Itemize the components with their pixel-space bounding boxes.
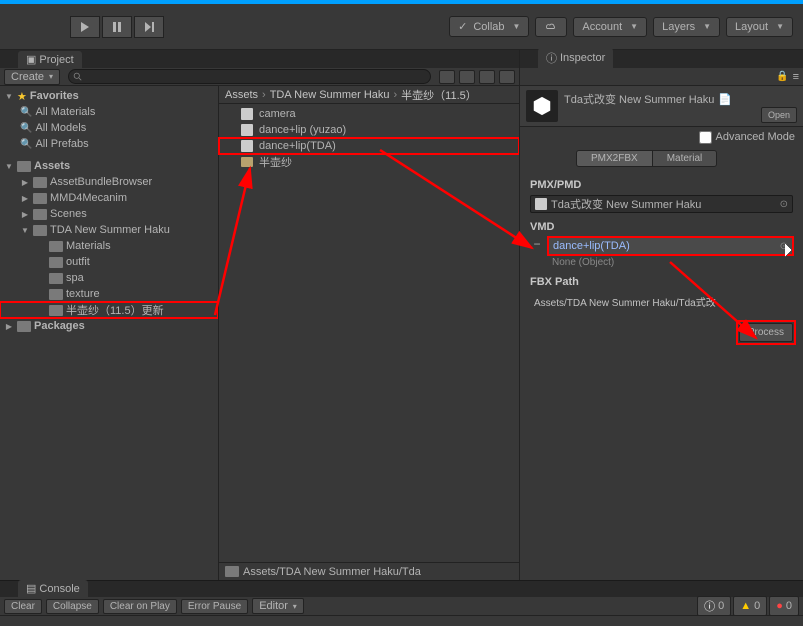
play-button[interactable] xyxy=(70,16,100,38)
object-picker-icon[interactable]: ⊙ xyxy=(780,199,788,210)
folder-icon xyxy=(49,305,63,316)
asset-title: Tda式改变 New Summer Haku xyxy=(564,94,714,106)
console-tab[interactable]: ▤Console xyxy=(18,580,88,597)
filter-icon[interactable] xyxy=(439,70,455,84)
folder-icon xyxy=(17,321,31,332)
error-pause-button[interactable]: Error Pause xyxy=(181,599,248,614)
file-list: cameradance+lip (yuzao)dance+lip(TDA)半壶纱 xyxy=(219,104,519,562)
star-icon[interactable] xyxy=(479,70,495,84)
pause-button[interactable] xyxy=(102,16,132,38)
search-icon: 🔍 xyxy=(20,107,32,118)
folder-icon xyxy=(17,161,31,172)
menu-icon[interactable]: ≡ xyxy=(793,71,799,83)
material-tab[interactable]: Material xyxy=(653,150,718,167)
tree-folder[interactable]: spa xyxy=(0,270,218,286)
vmd-none-label: None (Object) xyxy=(548,257,793,268)
tree-folder[interactable]: ▼TDA New Summer Haku xyxy=(0,222,218,238)
favorite-item[interactable]: 🔍All Materials xyxy=(0,104,218,120)
star-icon: ★ xyxy=(17,90,27,103)
packages-root[interactable]: ▶Packages xyxy=(0,318,218,334)
tree-folder[interactable]: 半壶纱（11.5）更新 xyxy=(0,302,218,318)
remove-vmd-button[interactable]: − xyxy=(530,237,544,251)
layers-dropdown[interactable]: Layers▼ xyxy=(653,17,720,37)
main-toolbar: ✓Collab▼ Account▼ Layers▼ Layout▼ xyxy=(0,4,803,50)
editor-dropdown[interactable]: Editor ▾ xyxy=(252,598,304,614)
file-icon xyxy=(241,140,253,152)
collapse-button[interactable]: Collapse xyxy=(46,599,99,614)
search-icon: 🔍 xyxy=(20,139,32,150)
breadcrumb[interactable]: Assets› TDA New Summer Haku› 半壶纱（11.5） xyxy=(219,86,519,104)
label-icon[interactable] xyxy=(459,70,475,84)
warn-count[interactable]: ▲0 xyxy=(733,596,767,616)
folder-icon xyxy=(49,241,63,252)
favorite-item[interactable]: 🔍All Prefabs xyxy=(0,136,218,152)
folder-icon xyxy=(33,177,47,188)
tree-folder[interactable]: ▶MMD4Mecanim xyxy=(0,190,218,206)
advanced-mode-checkbox[interactable] xyxy=(699,131,712,144)
inspector-tab[interactable]: ⓘInspector xyxy=(538,48,613,68)
search-icon: 🔍 xyxy=(20,123,32,134)
file-item[interactable]: dance+lip(TDA) xyxy=(219,138,519,154)
pmx-field[interactable]: Tda式改变 New Summer Haku ⊙ xyxy=(530,195,793,213)
tree-folder[interactable]: ▶Scenes xyxy=(0,206,218,222)
lock-icon[interactable]: 🔒 xyxy=(776,71,788,82)
vmd-drop-target[interactable]: dance+lip(TDA) ⊙ xyxy=(548,237,793,255)
cloud-button[interactable] xyxy=(535,17,567,37)
folder-icon xyxy=(33,193,47,204)
fbx-path-value: Assets/TDA New Summer Haku/Tda式改 xyxy=(530,292,793,311)
step-button[interactable] xyxy=(134,16,164,38)
file-icon xyxy=(535,198,547,210)
project-search[interactable] xyxy=(68,69,431,84)
file-item[interactable]: camera xyxy=(219,106,519,122)
tree-folder[interactable]: Materials xyxy=(0,238,218,254)
project-tree: ▼★Favorites 🔍All Materials 🔍All Models 🔍… xyxy=(0,86,219,580)
inspector-header: Tda式改变 New Summer Haku 📄 Open xyxy=(520,86,803,127)
process-button[interactable]: Process xyxy=(739,323,793,342)
clear-button[interactable]: Clear xyxy=(4,599,42,614)
tree-folder[interactable]: outfit xyxy=(0,254,218,270)
advanced-mode-label: Advanced Mode xyxy=(716,131,796,143)
tree-folder[interactable]: ▶AssetBundleBrowser xyxy=(0,174,218,190)
clear-on-play-button[interactable]: Clear on Play xyxy=(103,599,177,614)
file-icon xyxy=(241,108,253,120)
tree-folder[interactable]: texture xyxy=(0,286,218,302)
console-toolbar: Clear Collapse Clear on Play Error Pause… xyxy=(0,597,803,616)
fbx-path-label: FBX Path xyxy=(530,276,793,288)
info-count[interactable]: ⓘ0 xyxy=(697,596,731,616)
folder-icon xyxy=(49,273,63,284)
info-icon: ⓘ xyxy=(546,50,557,66)
unity-icon xyxy=(526,90,558,122)
file-item[interactable]: 半壶纱 xyxy=(219,154,519,170)
assets-root[interactable]: ▼Assets xyxy=(0,158,218,174)
console-icon: ▤ xyxy=(26,582,36,595)
account-dropdown[interactable]: Account▼ xyxy=(573,17,647,37)
pmx2fbx-tab[interactable]: PMX2FBX xyxy=(576,150,653,167)
folder-icon xyxy=(49,289,63,300)
help-icon[interactable]: 📄 xyxy=(718,94,732,106)
file-icon xyxy=(241,124,253,136)
create-button[interactable]: Create▾ xyxy=(4,69,60,85)
search-input[interactable] xyxy=(68,69,431,84)
layout-dropdown[interactable]: Layout▼ xyxy=(726,17,793,37)
hidden-icon[interactable] xyxy=(499,70,515,84)
inspector-tab-strip: ⓘInspector xyxy=(520,50,803,68)
path-footer: Assets/TDA New Summer Haku/Tda xyxy=(219,562,519,580)
favorite-item[interactable]: 🔍All Models xyxy=(0,120,218,136)
favorites-root[interactable]: ▼★Favorites xyxy=(0,88,218,104)
pmx-label: PMX/PMD xyxy=(530,179,793,191)
error-count[interactable]: ●0 xyxy=(769,596,799,616)
project-icon: ▣ xyxy=(26,53,36,66)
folder-icon xyxy=(33,209,47,220)
collab-dropdown[interactable]: ✓Collab▼ xyxy=(449,16,529,37)
folder-icon xyxy=(33,225,47,236)
project-tab[interactable]: ▣Project xyxy=(18,51,82,68)
open-button[interactable]: Open xyxy=(761,107,797,123)
folder-icon xyxy=(49,257,63,268)
project-tab-strip: ▣Project xyxy=(0,50,519,68)
folder-icon xyxy=(241,157,253,167)
folder-icon xyxy=(225,566,239,577)
file-item[interactable]: dance+lip (yuzao) xyxy=(219,122,519,138)
vmd-label: VMD xyxy=(530,221,793,233)
